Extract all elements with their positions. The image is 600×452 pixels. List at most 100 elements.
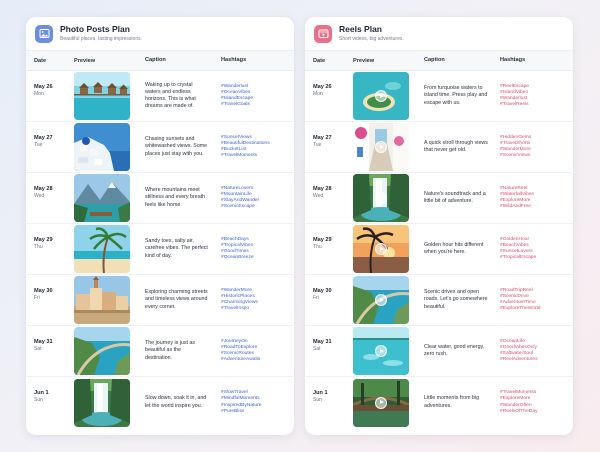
play-icon[interactable] — [375, 141, 387, 153]
photo-thumbnail[interactable] — [74, 123, 130, 171]
hashtag-link[interactable]: #ReelsOfTheDay — [500, 409, 573, 415]
video-thumbnail[interactable] — [353, 174, 409, 222]
photo-thumbnail[interactable] — [74, 276, 130, 324]
table-row[interactable]: May 28 Wed Nature's soundtrack and a littl… — [305, 173, 573, 224]
table-row[interactable]: May 31 Sat Clear water, good energy, zero … — [305, 326, 573, 377]
table-row[interactable]: May 31 Sat The journey is just as beautifu… — [26, 326, 294, 377]
hashtag-list: #BeachDays #TropicalVibes #GoodTimes #Ocean… — [215, 237, 294, 262]
hashtag-list: #ReelEscape #IslandVibes #Wanderlust #Trave… — [494, 84, 573, 109]
hashtag-list: #HiddenGems #TravelShorts #WanderMore #Scen… — [494, 135, 573, 160]
table-row[interactable]: Jun 1 Sun Slow down, soak it in, and let t… — [26, 377, 294, 428]
video-thumbnail[interactable] — [353, 123, 409, 171]
play-icon[interactable] — [375, 294, 387, 306]
table-row[interactable]: May 30 Fri Scenic drives and open roads. L… — [305, 275, 573, 326]
table-header: Date Preview Caption Hashtags — [26, 51, 294, 71]
photo-thumbnail[interactable] — [74, 174, 130, 222]
image-icon — [35, 24, 53, 43]
hashtag-link[interactable]: #PureBliss — [221, 409, 294, 415]
table-row[interactable]: May 29 Thu Sandy toes, salty air, carefree… — [26, 224, 294, 275]
hashtag-link[interactable]: #ScenicViews — [500, 153, 573, 159]
photo-thumbnail[interactable] — [74, 378, 130, 427]
hashtag-link[interactable]: #WildAndFree — [500, 204, 573, 210]
play-icon[interactable] — [375, 192, 387, 204]
date-cell: May 30 Fri — [305, 275, 342, 302]
weekday-label: Tue — [313, 142, 322, 148]
date-label: May 31 — [34, 339, 53, 345]
hashtag-list: #JourneyOn #RoadToExplore #ScenicRoutes #Ad… — [215, 339, 294, 364]
hashtag-link[interactable]: #TravelReels — [500, 102, 573, 108]
table-body: May 26 Mon From turquoise waters to island… — [305, 71, 573, 428]
hashtag-link[interactable]: #ReelAdventures — [500, 357, 573, 363]
date-label: May 30 — [34, 288, 53, 294]
caption-text: The journey is just as beautiful as the … — [145, 340, 196, 361]
caption-text: Scenic drives and open roads. Let's go s… — [424, 289, 488, 310]
hashtag-link[interactable]: #AdventureAwaits — [221, 357, 294, 363]
date-cell: May 27 Tue — [305, 122, 342, 149]
panel-title: Photo Posts Plan — [60, 24, 130, 34]
preview-cell — [342, 327, 414, 375]
panel-header: Reels Plan Short videos, big adventures. — [305, 17, 573, 51]
weekday-label: Wed — [34, 193, 45, 199]
col-date: Date — [313, 57, 326, 64]
date-cell: May 26 Mon — [305, 71, 342, 98]
table-row[interactable]: May 27 Tue A quick stroll through views th… — [305, 122, 573, 173]
play-icon[interactable] — [375, 243, 387, 255]
col-preview: Preview — [74, 57, 96, 64]
photo-thumbnail[interactable] — [74, 327, 130, 375]
hashtag-link[interactable]: #OceanBreeze — [221, 255, 294, 261]
video-thumbnail[interactable] — [353, 225, 409, 273]
table-row[interactable]: May 29 Thu Golden hour hits different when… — [305, 224, 573, 275]
video-thumbnail[interactable] — [353, 72, 409, 120]
photo-thumbnail[interactable] — [74, 72, 130, 120]
hashtag-list: #WanderMore #HistoricPlaces #CharmingViews… — [215, 288, 294, 313]
weekday-label: Mon — [34, 91, 44, 97]
date-label: May 26 — [313, 84, 332, 90]
date-label: May 27 — [313, 135, 332, 141]
date-label: May 29 — [313, 237, 332, 243]
date-label: May 28 — [34, 186, 53, 192]
weekday-label: Fri — [313, 295, 319, 301]
date-cell: May 31 Sat — [26, 326, 63, 353]
table-body: May 26 Mon Waking up to crystal waters and… — [26, 71, 294, 428]
weekday-label: Mon — [313, 91, 323, 97]
hashtag-link[interactable]: #TropicalEscape — [500, 255, 573, 261]
play-icon[interactable] — [375, 345, 387, 357]
table-row[interactable]: May 30 Fri Exploring charming streets and … — [26, 275, 294, 326]
weekday-label: Thu — [313, 244, 322, 250]
preview-cell — [63, 123, 135, 171]
hashtag-link[interactable]: #TravelInspo — [221, 306, 294, 312]
date-label: Jun 1 — [34, 390, 49, 396]
date-cell: May 29 Thu — [26, 224, 63, 251]
photo-thumbnail[interactable] — [74, 225, 130, 273]
preview-cell — [63, 225, 135, 273]
table-row[interactable]: May 28 Wed Where mountains meet stillness … — [26, 173, 294, 224]
caption-text: Sandy toes, salty air, carefree vibes. T… — [145, 238, 208, 259]
hashtag-list: #OceanLife #GoodVibesOnly #SaltwaterSoul #R… — [494, 339, 573, 364]
date-label: May 26 — [34, 84, 53, 90]
video-thumbnail[interactable] — [353, 378, 409, 427]
table-row[interactable]: Jun 1 Sun Little moments from big adventur… — [305, 377, 573, 428]
hashtag-list: #Wanderlust #OceanVibes #IslandEscape #Trav… — [215, 84, 294, 109]
table-row[interactable]: May 26 Mon From turquoise waters to island… — [305, 71, 573, 122]
date-label: May 27 — [34, 135, 53, 141]
table-row[interactable]: May 27 Tue Chasing sunsets and whitewashed… — [26, 122, 294, 173]
table-row[interactable]: May 26 Mon Waking up to crystal waters and… — [26, 71, 294, 122]
date-cell: May 31 Sat — [305, 326, 342, 353]
caption-text: Where mountains meet stillness and every… — [145, 187, 206, 208]
date-cell: May 30 Fri — [26, 275, 63, 302]
col-hashtags: Hashtags — [500, 57, 526, 64]
video-thumbnail[interactable] — [353, 327, 409, 375]
hashtag-link[interactable]: #TravelGoals — [221, 102, 294, 108]
video-thumbnail[interactable] — [353, 276, 409, 324]
play-icon[interactable] — [375, 396, 387, 409]
date-cell: May 28 Wed — [305, 173, 342, 200]
video-icon — [314, 24, 332, 43]
hashtag-link[interactable]: #ScenicEscape — [221, 204, 294, 210]
hashtag-link[interactable]: #TravelMoments — [221, 153, 294, 159]
panel-title: Reels Plan — [339, 24, 382, 34]
date-label: Jun 1 — [313, 390, 328, 396]
hashtag-list: #NatureReel #WaterfallVibes #ExploreMore #W… — [494, 186, 573, 211]
preview-cell — [63, 276, 135, 324]
hashtag-link[interactable]: #ExploreTheWorld — [500, 306, 573, 312]
play-icon[interactable] — [375, 90, 387, 102]
